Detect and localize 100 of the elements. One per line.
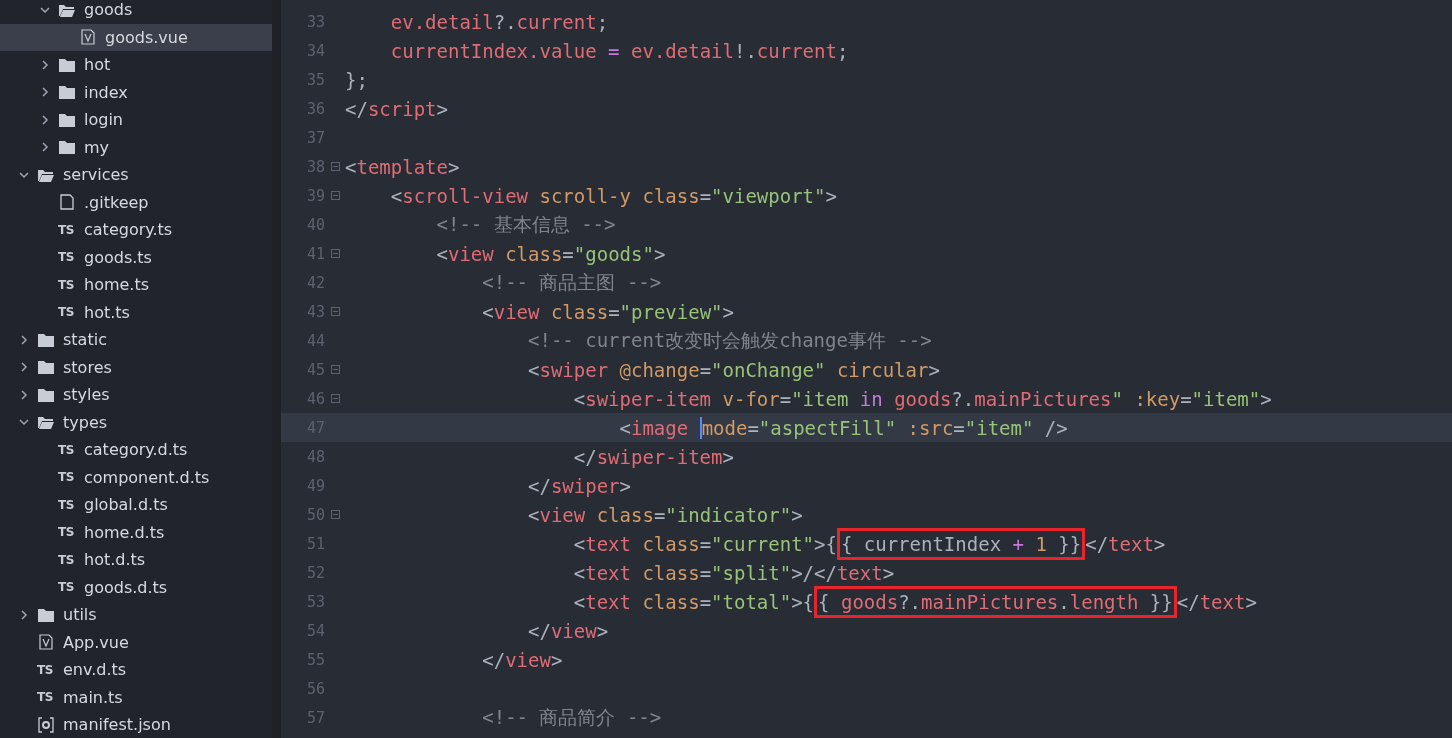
file-tree-item[interactable]: stores — [0, 353, 272, 381]
typescript-file-icon: TS — [37, 662, 55, 677]
line-number: 56 — [305, 679, 325, 698]
folder-icon — [58, 84, 76, 101]
typescript-file-icon: TS — [58, 580, 76, 595]
file-tree-item[interactable]: goods.vue — [0, 23, 272, 51]
line-number: 43 — [305, 302, 325, 321]
file-name: env.d.ts — [63, 660, 127, 680]
typescript-file-icon: TS — [58, 305, 76, 320]
typescript-file-icon: TS — [58, 525, 76, 540]
file-tree-item[interactable]: .gitkeep — [0, 188, 272, 216]
file-tree-item[interactable]: utils — [0, 601, 272, 629]
file-name: manifest.json — [63, 715, 171, 735]
line-number: 39 — [305, 186, 325, 205]
code-line: <!-- 基本信息 --> — [435, 211, 616, 237]
code-line: <!-- 商品主图 --> — [481, 269, 662, 295]
file-name: main.ts — [63, 687, 123, 707]
file-tree-item[interactable]: TS component.d.ts — [0, 463, 272, 491]
file-name: category.d.ts — [84, 440, 188, 460]
line-number: 33 — [305, 12, 325, 31]
highlight-box: { currentIndex + 1 }} — [836, 527, 1086, 560]
folder-icon — [58, 139, 76, 156]
line-number: 48 — [305, 447, 325, 466]
file-name: styles — [63, 385, 110, 405]
file-tree-item[interactable]: TS hot.d.ts — [0, 546, 272, 574]
file-name: my — [84, 137, 110, 157]
file-name: hot — [84, 55, 111, 75]
fold-icon[interactable] — [330, 191, 340, 200]
line-number: 52 — [305, 563, 325, 582]
line-number: 50 — [305, 505, 325, 524]
file-name: hot.ts — [84, 302, 130, 322]
code-line: <scroll-view scroll-y class="viewport"> — [389, 184, 837, 207]
file-tree-item[interactable]: manifest.json — [0, 711, 272, 738]
file-name: types — [63, 412, 108, 432]
file-tree-item[interactable]: index — [0, 78, 272, 106]
folder-icon — [37, 606, 55, 623]
file-tree-item[interactable]: TS hot.ts — [0, 298, 272, 326]
file-tree-item[interactable]: my — [0, 133, 272, 161]
folder-icon — [37, 359, 55, 376]
line-number: 51 — [305, 534, 325, 553]
file-tree-item[interactable]: TS goods.ts — [0, 243, 272, 271]
fold-icon[interactable] — [330, 162, 340, 171]
file-tree-item[interactable]: App.vue — [0, 628, 272, 656]
code-line: <template> — [345, 155, 460, 178]
file-name: static — [63, 330, 107, 350]
file-tree-item[interactable]: TS home.d.ts — [0, 518, 272, 546]
file-tree-item[interactable]: TS env.d.ts — [0, 656, 272, 684]
typescript-file-icon: TS — [58, 277, 76, 292]
line-number: 37 — [305, 128, 325, 147]
folder-icon — [37, 386, 55, 403]
file-name: home.d.ts — [84, 522, 165, 542]
code-line: </view> — [527, 619, 609, 642]
fold-icon[interactable] — [330, 307, 340, 316]
code-line: </script> — [345, 97, 448, 120]
file-name: hot.d.ts — [84, 550, 146, 570]
highlight-box: { goods?.mainPictures.length }} — [814, 585, 1177, 618]
file-tree-item[interactable]: TS category.ts — [0, 216, 272, 244]
file-tree-item[interactable]: styles — [0, 381, 272, 409]
file-name: category.ts — [84, 220, 173, 240]
typescript-file-icon: TS — [37, 690, 55, 705]
typescript-file-icon: TS — [58, 222, 76, 237]
file-name: App.vue — [63, 632, 129, 652]
file-name: goods — [84, 0, 133, 20]
line-number: 36 — [305, 99, 325, 118]
file-name: goods.ts — [84, 247, 152, 267]
file-tree-item[interactable]: static — [0, 326, 272, 354]
line-number: 55 — [305, 650, 325, 669]
file-tree-item[interactable]: TS home.ts — [0, 271, 272, 299]
fold-icon[interactable] — [330, 394, 340, 403]
file-name: component.d.ts — [84, 467, 210, 487]
typescript-file-icon: TS — [58, 250, 76, 265]
vue-file-icon — [79, 29, 97, 46]
line-number: 42 — [305, 273, 325, 292]
file-tree-item[interactable]: hot — [0, 51, 272, 79]
fold-icon[interactable] — [330, 249, 340, 258]
folder-icon — [58, 111, 76, 128]
line-number: 44 — [305, 331, 325, 350]
code-line: </swiper-item> — [572, 445, 734, 468]
file-tree-item[interactable]: TS goods.d.ts — [0, 573, 272, 601]
line-number: 53 — [305, 592, 325, 611]
fold-icon[interactable] — [330, 510, 340, 519]
file-tree-item[interactable]: TS global.d.ts — [0, 491, 272, 519]
file-tree-item[interactable]: types — [0, 408, 272, 436]
code-line: <swiper @change="onChange" circular> — [527, 358, 940, 381]
typescript-file-icon: TS — [58, 470, 76, 485]
file-tree-item[interactable]: services — [0, 161, 272, 189]
file-tree-item[interactable]: TS main.ts — [0, 683, 272, 711]
file-tree-item[interactable]: login — [0, 106, 272, 134]
code-line: <view class="preview"> — [481, 300, 734, 323]
folder-icon — [37, 331, 55, 348]
code-line: <!-- 商品简介 --> — [481, 704, 662, 730]
file-icon — [58, 194, 76, 211]
file-tree-item[interactable]: TS category.d.ts — [0, 436, 272, 464]
file-name: global.d.ts — [84, 495, 168, 515]
file-tree-item[interactable]: goods — [0, 0, 272, 24]
code-line: }; — [345, 68, 368, 91]
fold-icon[interactable] — [330, 365, 340, 374]
file-name: utils — [63, 605, 97, 625]
open-folder-icon — [37, 414, 55, 431]
code-line: </view> — [481, 648, 563, 671]
